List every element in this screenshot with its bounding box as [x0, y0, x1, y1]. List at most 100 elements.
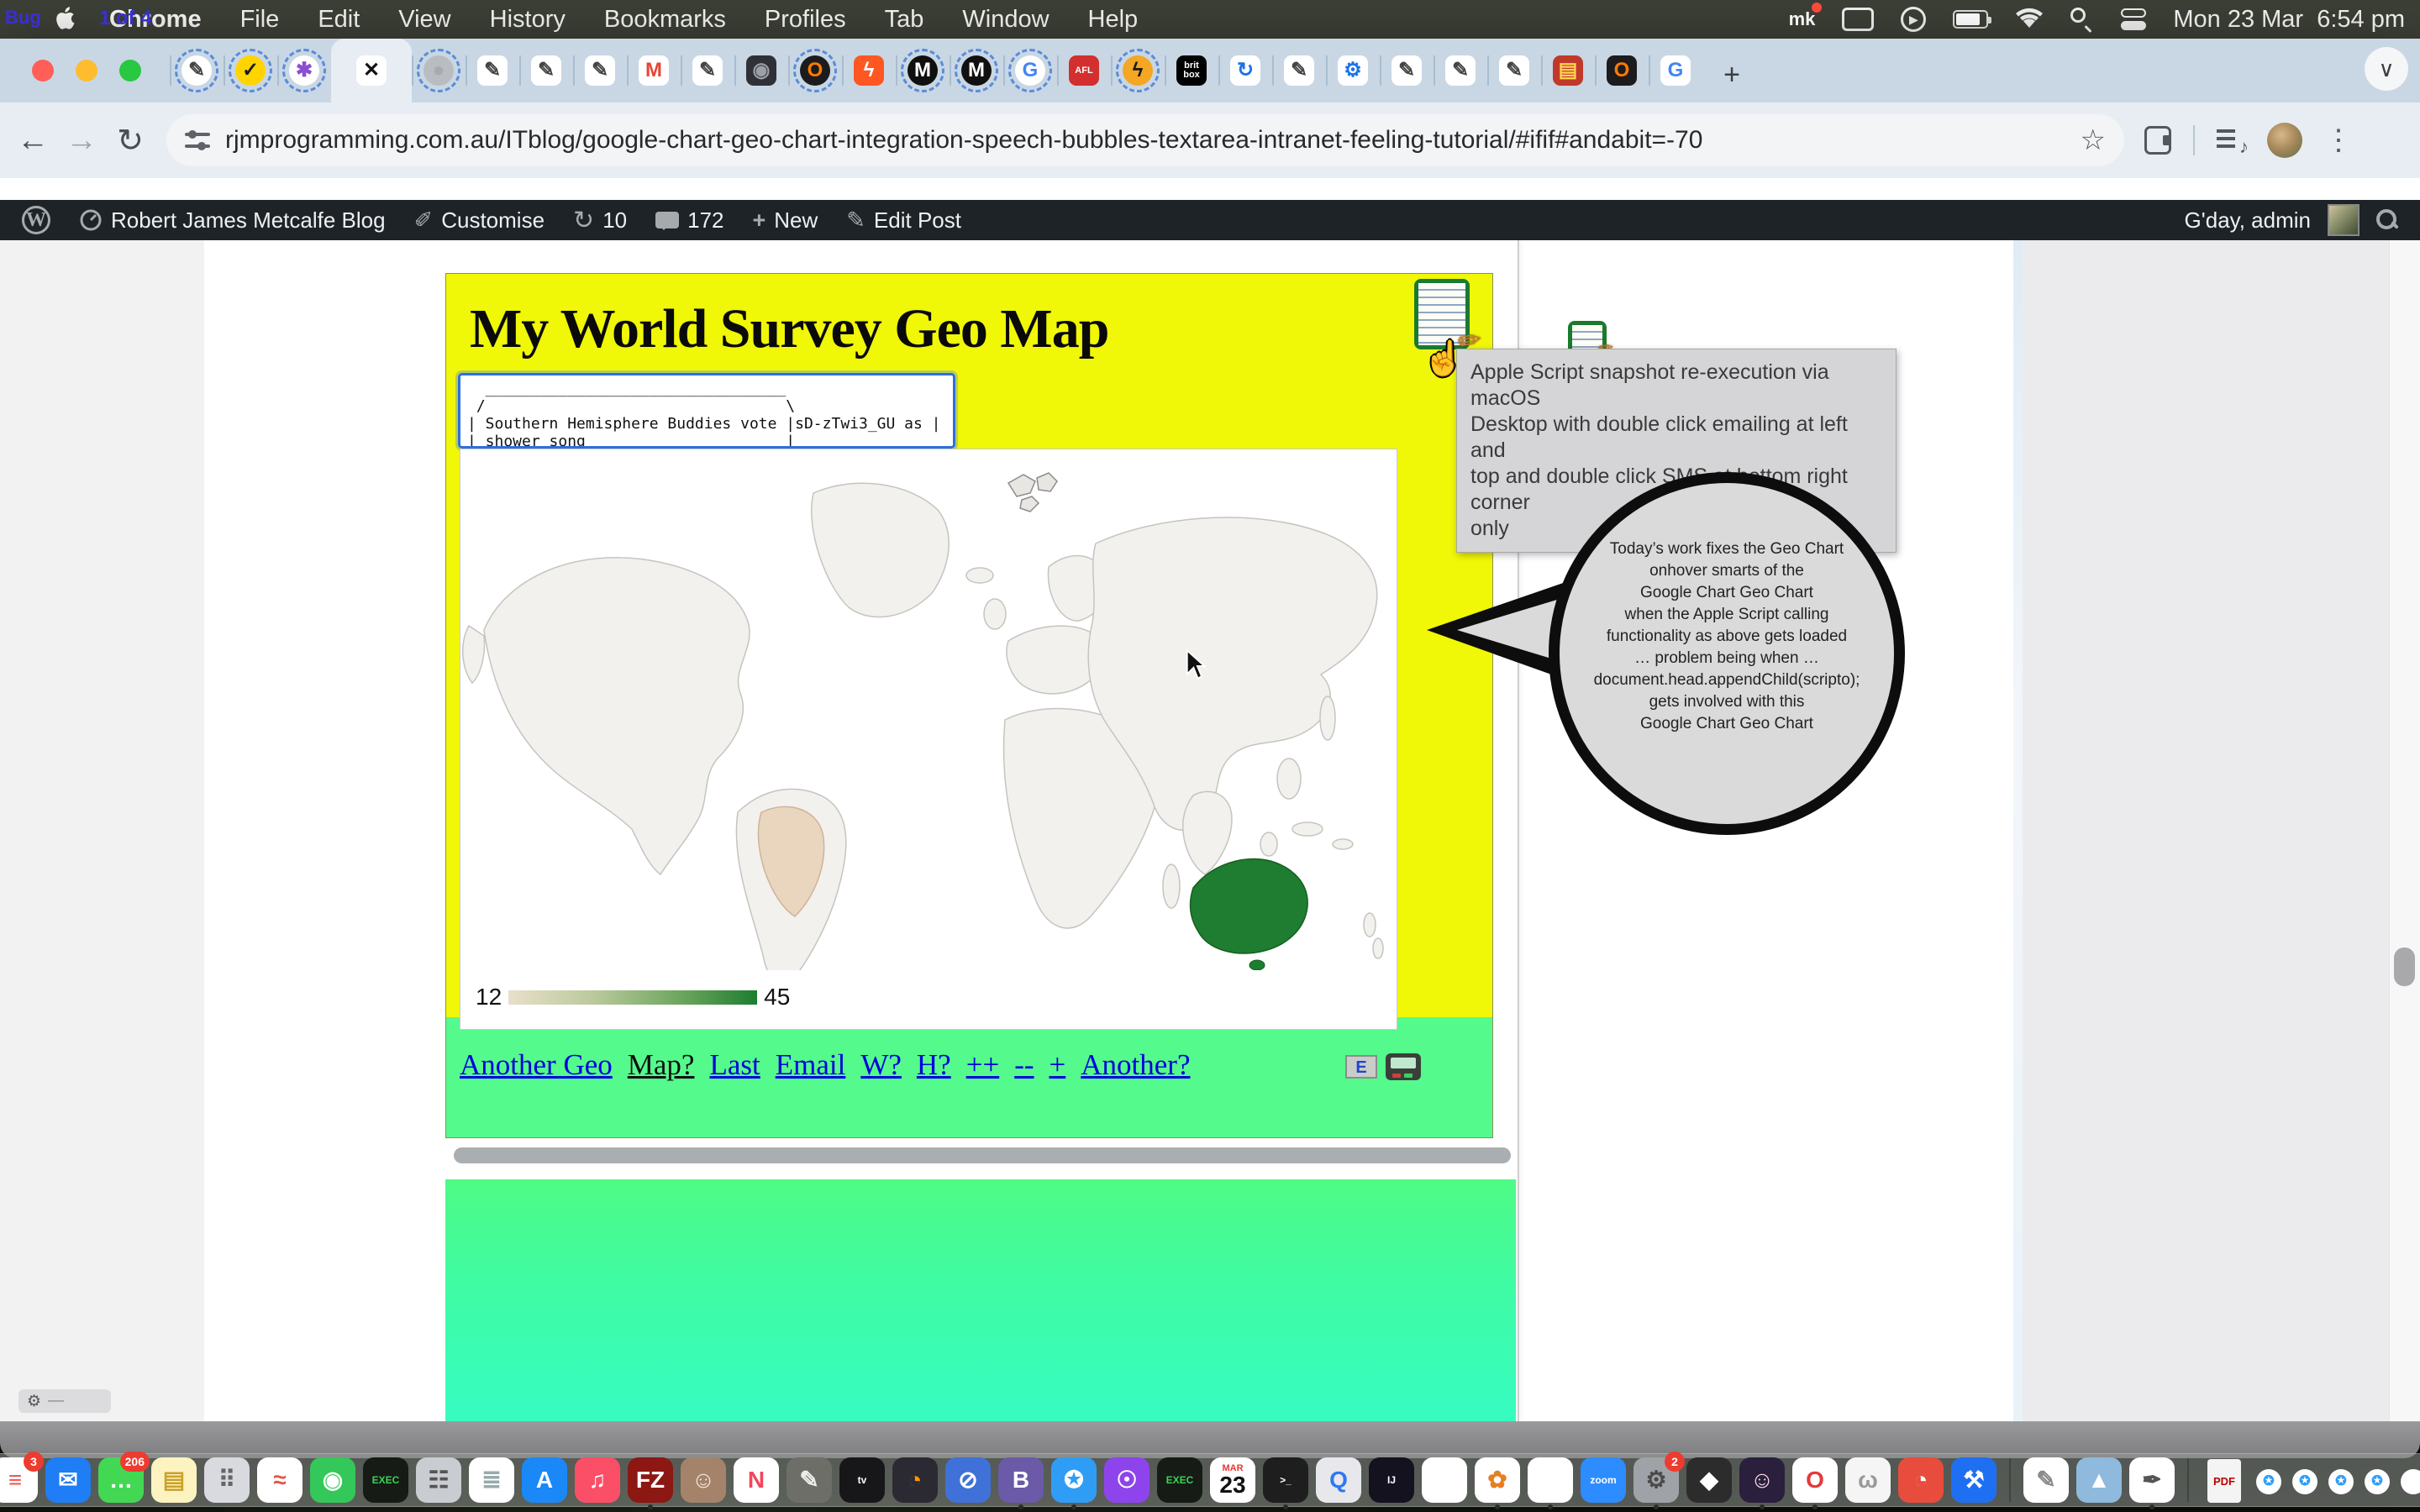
page-link[interactable]: H? [917, 1048, 951, 1082]
adminbar-customise[interactable]: ✐ Customise [414, 207, 544, 234]
menu-bookmarks[interactable]: Bookmarks [604, 6, 726, 34]
pinned-tab[interactable]: ϟ [1111, 39, 1165, 102]
pinned-tab[interactable]: ✎ [573, 39, 627, 102]
dock-app[interactable]: ✪ [2327, 1457, 2355, 1503]
page-settings-pill[interactable]: ⚙— [18, 1389, 111, 1413]
pinned-tab[interactable]: ✎ [1487, 39, 1541, 102]
page-link[interactable]: ++ [966, 1048, 999, 1082]
dock-app[interactable]: IJ [1369, 1457, 1414, 1503]
dock-app[interactable] [2399, 1457, 2420, 1503]
dock-app[interactable]: … 206 [98, 1457, 144, 1503]
dock-app[interactable]: ◆ [1686, 1457, 1732, 1503]
menu-edit[interactable]: Edit [318, 6, 360, 34]
dock-app[interactable]: ≡ 3 [0, 1457, 38, 1503]
dock-app[interactable]: B [998, 1457, 1044, 1503]
pinned-tab[interactable]: brit box [1165, 39, 1218, 102]
pinned-tab[interactable]: ◉ [734, 39, 788, 102]
dock-app[interactable]: ☺ [1739, 1457, 1785, 1503]
pinned-tab[interactable]: ● [412, 39, 466, 102]
world-map-svg[interactable] [460, 449, 1397, 970]
dock-app[interactable]: EXEC [363, 1457, 408, 1503]
page-link[interactable]: Email [776, 1048, 846, 1082]
spotlight-search-icon[interactable] [2070, 8, 2094, 31]
wifi-icon[interactable] [2015, 6, 2044, 33]
dock-app[interactable]: ⠿ [204, 1457, 250, 1503]
pinned-tab[interactable]: ✎ [1434, 39, 1487, 102]
page-link[interactable]: Last [709, 1048, 760, 1082]
keyboard-status-icon[interactable] [1842, 8, 1874, 31]
battery-icon[interactable] [1953, 10, 1988, 29]
url-text[interactable]: rjmprogramming.com.au/ITblog/google-char… [225, 126, 2069, 155]
adminbar-comments[interactable]: 172 [655, 207, 723, 234]
menu-window[interactable]: Window [962, 6, 1049, 34]
vertical-scrollbar-track[interactable] [2389, 240, 2420, 1421]
dock-app[interactable] [1528, 1457, 1573, 1503]
dock-app[interactable]: O [1792, 1457, 1838, 1503]
dock-app[interactable]: ≣ [469, 1457, 514, 1503]
dock-app[interactable]: >_ [1263, 1457, 1308, 1503]
dock-app[interactable]: ✉ [45, 1457, 91, 1503]
pinned-tab[interactable]: ✎ [1272, 39, 1326, 102]
adminbar-greeting[interactable]: G'day, admin [2185, 207, 2311, 234]
minimize-window-button[interactable] [76, 60, 97, 81]
dock-app[interactable] [1422, 1457, 1467, 1503]
page-link[interactable]: Map? [628, 1048, 695, 1082]
apple-script-note-icon[interactable]: ✏ ☝ [1414, 279, 1470, 349]
vertical-scrollbar-thumb[interactable] [2394, 948, 2415, 986]
page-link[interactable]: Another? [1081, 1048, 1190, 1082]
tab-search-button[interactable]: ∨ [2365, 47, 2408, 91]
admin-avatar[interactable] [2328, 204, 2360, 236]
play-status-icon[interactable]: ▶ [1901, 7, 1926, 32]
pinned-tab[interactable]: ✕ [331, 39, 412, 102]
dock-app[interactable]: zoom [1581, 1457, 1626, 1503]
pinned-tab[interactable]: O [788, 39, 842, 102]
dock-app[interactable]: ✎ [2023, 1457, 2069, 1503]
address-bar[interactable]: rjmprogramming.com.au/ITblog/google-char… [166, 114, 2124, 166]
speech-bubble-textarea[interactable]: _________________________________ / \ | … [458, 373, 955, 449]
mk-status-icon[interactable]: mk [1789, 6, 1816, 33]
adminbar-updates[interactable]: ↻ 10 [573, 206, 627, 235]
adminbar-new[interactable]: + New [753, 207, 818, 234]
dock-app[interactable]: PDF [2202, 1457, 2247, 1503]
pinned-tab[interactable]: ✎ [681, 39, 734, 102]
menu-history[interactable]: History [490, 6, 566, 34]
dock-app[interactable]: MAR 23 [1210, 1457, 1255, 1503]
pinned-tab[interactable]: ✎ [170, 39, 224, 102]
dock-app[interactable]: N [734, 1457, 779, 1503]
dock-app[interactable]: A [522, 1457, 567, 1503]
pinned-tab[interactable]: ✓ [224, 39, 277, 102]
pinned-tab[interactable]: M [896, 39, 950, 102]
pinned-tab[interactable]: G [1649, 39, 1702, 102]
menu-profiles[interactable]: Profiles [765, 6, 846, 34]
dock-app[interactable]: ≈ [257, 1457, 302, 1503]
dock-app[interactable]: ✿ [1475, 1457, 1520, 1503]
side-panel-icon[interactable] [2144, 126, 2171, 155]
page-link[interactable]: Another Geo [460, 1048, 613, 1082]
menu-help[interactable]: Help [1088, 6, 1139, 34]
dock-app[interactable]: EXEC [1157, 1457, 1202, 1503]
chrome-menu-icon[interactable]: ⋮ [2324, 123, 2353, 157]
dock-app[interactable]: ▤ [151, 1457, 197, 1503]
pinned-tab[interactable]: ⚙ [1326, 39, 1380, 102]
forward-button[interactable]: → [57, 123, 106, 159]
new-tab-button[interactable]: + [1711, 54, 1753, 96]
media-controls-icon[interactable] [2217, 128, 2245, 153]
dock-app[interactable]: ⚙ 2 [1634, 1457, 1679, 1503]
geo-chart-map[interactable]: 12 45 [460, 449, 1397, 1030]
pinned-tab[interactable]: ✎ [519, 39, 573, 102]
pinned-tab[interactable]: AFL [1057, 39, 1111, 102]
menu-file[interactable]: File [240, 6, 280, 34]
dock-app[interactable]: ✒ [2129, 1457, 2175, 1503]
pinned-tab[interactable]: ▤ [1541, 39, 1595, 102]
wordpress-logo[interactable]: W [22, 206, 50, 234]
adminbar-site-name[interactable]: Robert James Metcalfe Blog [79, 207, 386, 234]
pinned-tab[interactable]: O [1595, 39, 1649, 102]
dock-app[interactable]: ▲ [2076, 1457, 2122, 1503]
dock-app[interactable]: Q [1316, 1457, 1361, 1503]
horizontal-scrollbar-thumb[interactable] [454, 1147, 1511, 1163]
pinned-tab[interactable]: M [627, 39, 681, 102]
dock-app[interactable]: ◉ [310, 1457, 355, 1503]
menu-tab[interactable]: Tab [885, 6, 924, 34]
map-region-australia[interactable] [1191, 859, 1308, 953]
zoom-window-button[interactable] [119, 60, 141, 81]
